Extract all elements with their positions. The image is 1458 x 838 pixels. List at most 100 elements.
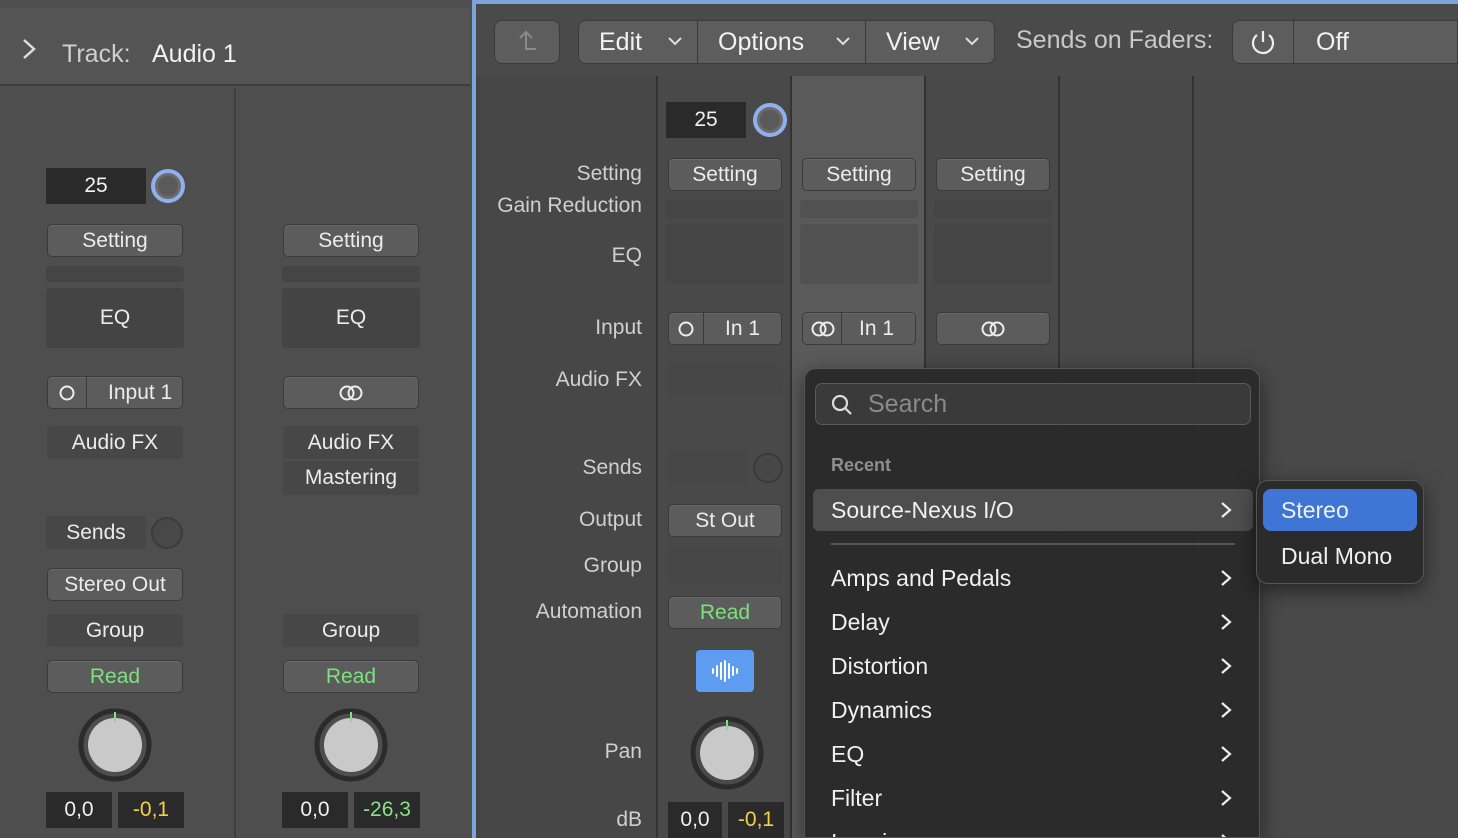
chevron-right-icon: [1221, 502, 1232, 518]
options-menu[interactable]: Options: [697, 20, 866, 64]
volume-value[interactable]: 0,0: [668, 802, 722, 838]
menu-item-label: Delay: [831, 608, 890, 635]
output-button[interactable]: Stereo Out: [47, 568, 183, 601]
edit-label: Edit: [599, 27, 643, 56]
label-group: Group: [583, 554, 642, 577]
gain-reduction-meter: [800, 200, 918, 218]
input-stereo-button[interactable]: [936, 312, 1050, 345]
send-knob-icon[interactable]: [752, 452, 784, 484]
label-gain-reduction: Gain Reduction: [497, 194, 642, 217]
mastering-plugin-slot[interactable]: Mastering: [283, 461, 419, 495]
menu-item-imaging[interactable]: Imaging: [813, 821, 1253, 837]
mono-icon: [59, 385, 75, 400]
automation-read-button[interactable]: Read: [668, 596, 782, 629]
chevron-down-icon: [965, 37, 979, 46]
peak-value[interactable]: -0,1: [728, 802, 784, 838]
channel-strip-1: 25 Setting In 1 St Out Read 0,0 -0,1: [656, 76, 790, 838]
setting-button[interactable]: Setting: [668, 158, 782, 191]
up-button[interactable]: [494, 20, 560, 64]
inspector-header[interactable]: Track: Audio 1: [0, 8, 470, 86]
submenu-item-dual-mono[interactable]: Dual Mono: [1263, 535, 1417, 577]
menu-item-label: Distortion: [831, 652, 929, 679]
menu-item-label: Filter: [831, 784, 883, 811]
submenu-item-stereo[interactable]: Stereo: [1263, 489, 1417, 531]
search-field[interactable]: [815, 383, 1251, 425]
label-sends: Sends: [582, 456, 642, 479]
input-label: In 1: [859, 316, 895, 340]
audio-fx-slot[interactable]: Audio FX: [283, 426, 419, 459]
group-slot[interactable]: [668, 548, 782, 584]
track-label: Track:: [62, 40, 131, 68]
output-button[interactable]: St Out: [668, 504, 782, 537]
pan-knob-icon[interactable]: [314, 708, 388, 782]
eq-display[interactable]: [800, 224, 918, 284]
peak-value[interactable]: -0,1: [118, 792, 184, 828]
gain-value[interactable]: 25: [666, 102, 746, 138]
group-slot[interactable]: Group: [47, 614, 183, 647]
menu-item-filter[interactable]: Filter: [813, 777, 1253, 819]
eq-display[interactable]: EQ: [282, 288, 420, 348]
search-input[interactable]: [868, 388, 1238, 420]
input-stereo-button[interactable]: [283, 376, 419, 409]
view-label: View: [886, 27, 940, 56]
gain-knob-icon[interactable]: [150, 168, 186, 204]
gain-value[interactable]: 25: [46, 168, 146, 204]
automation-read-button[interactable]: Read: [47, 660, 183, 693]
chevron-right-icon: [1221, 834, 1226, 837]
menu-item-delay[interactable]: Delay: [813, 601, 1253, 643]
menu-separator: [831, 543, 1235, 545]
sends-slot[interactable]: Sends: [46, 516, 146, 549]
menu-item-distortion[interactable]: Distortion: [813, 645, 1253, 687]
input-button[interactable]: In 1: [802, 312, 916, 345]
chevron-right-icon[interactable]: [18, 38, 40, 60]
options-label: Options: [718, 27, 805, 56]
input-label: Input 1: [108, 380, 173, 404]
track-inspector: Track: Audio 1 25 Setting EQ Input 1 Aud…: [0, 0, 472, 838]
volume-value[interactable]: 0,0: [46, 792, 112, 828]
view-menu[interactable]: View: [865, 20, 995, 64]
menu-item-eq[interactable]: EQ: [813, 733, 1253, 775]
sends-on-faders-label: Sends on Faders:: [1016, 26, 1214, 54]
chevron-right-icon: [1221, 702, 1232, 718]
stereo-icon: [811, 321, 835, 336]
setting-button[interactable]: Setting: [936, 158, 1050, 191]
mixer-toolbar: Edit Options View Sends on Faders: Off: [476, 4, 1458, 76]
menu-item-label: Dynamics: [831, 696, 932, 723]
label-audio-fx: Audio FX: [555, 368, 642, 391]
label-automation: Automation: [535, 600, 642, 623]
automation-read-button[interactable]: Read: [283, 660, 419, 693]
stereo-icon: [981, 321, 1005, 336]
menu-item-amps-and-pedals[interactable]: Amps and Pedals: [813, 557, 1253, 599]
audio-fx-slot[interactable]: Audio FX: [47, 426, 183, 459]
gain-knob-icon[interactable]: [752, 102, 788, 138]
audio-fx-slot[interactable]: [668, 364, 782, 397]
chevron-right-icon: [1221, 570, 1232, 586]
input-label: In 1: [725, 316, 761, 340]
input-button[interactable]: In 1: [668, 312, 782, 345]
sends-power-button[interactable]: [1232, 20, 1294, 64]
menu-item-source-nexus[interactable]: Source-Nexus I/O: [813, 489, 1253, 531]
mono-icon: [678, 321, 694, 336]
menu-item-dynamics[interactable]: Dynamics: [813, 689, 1253, 731]
edit-menu[interactable]: Edit: [578, 20, 698, 64]
group-slot[interactable]: Group: [283, 614, 419, 647]
sends-state-button[interactable]: Off: [1293, 20, 1458, 64]
track-type-button[interactable]: [696, 650, 754, 692]
eq-display[interactable]: [666, 224, 784, 284]
send-knob-icon[interactable]: [150, 516, 184, 550]
setting-button[interactable]: Setting: [283, 224, 419, 257]
volume-value[interactable]: 0,0: [282, 792, 348, 828]
peak-value[interactable]: -26,3: [354, 792, 420, 828]
pan-knob-icon[interactable]: [690, 716, 764, 790]
chevron-down-icon: [836, 37, 850, 46]
source-nexus-submenu: Stereo Dual Mono: [1256, 480, 1424, 584]
eq-display[interactable]: [934, 224, 1052, 284]
eq-display[interactable]: EQ: [46, 288, 184, 348]
plugin-menu: Recent Source-Nexus I/O Amps and Pedals …: [804, 368, 1260, 838]
pan-knob-icon[interactable]: [78, 708, 152, 782]
setting-button[interactable]: Setting: [47, 224, 183, 257]
sends-slot[interactable]: [668, 452, 746, 485]
input-button[interactable]: Input 1: [47, 376, 183, 409]
gain-reduction-meter: [934, 200, 1052, 218]
setting-button[interactable]: Setting: [802, 158, 916, 191]
